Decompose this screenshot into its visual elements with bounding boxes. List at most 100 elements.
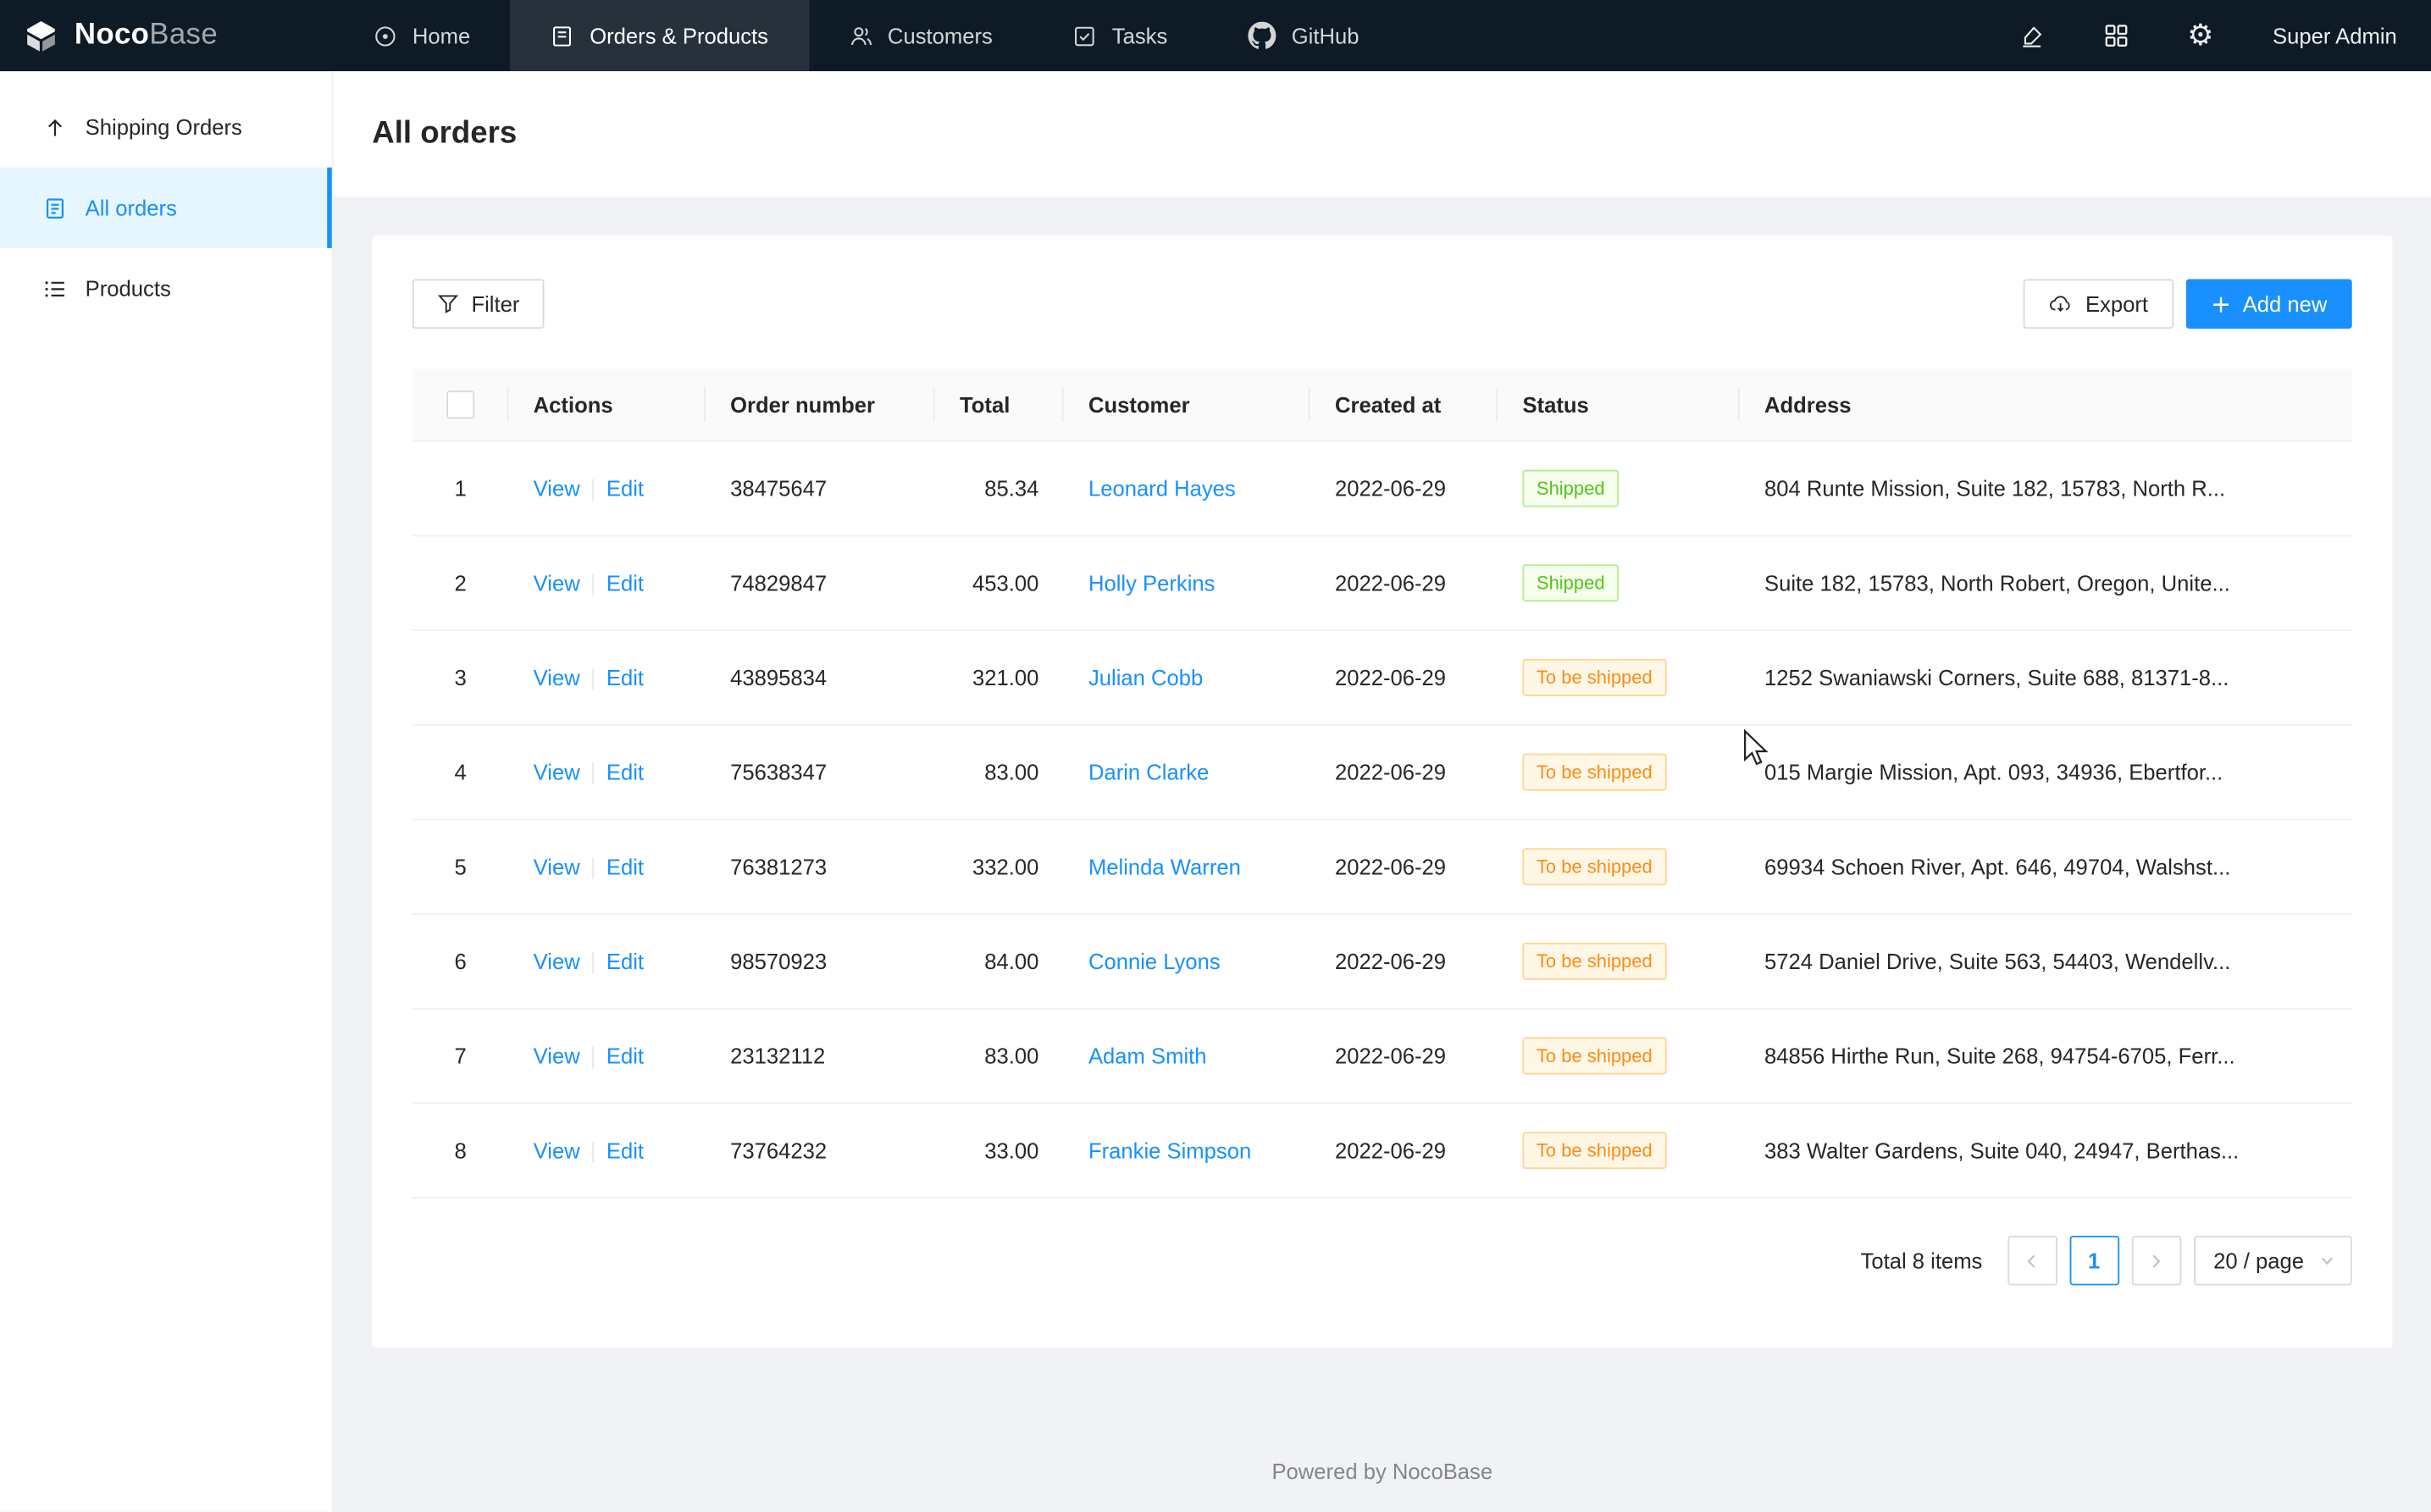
- view-link[interactable]: View: [534, 949, 580, 973]
- customer-link[interactable]: Leonard Hayes: [1088, 476, 1236, 501]
- action-divider: [592, 952, 594, 974]
- blocks-icon[interactable]: [2103, 23, 2128, 47]
- filter-button[interactable]: Filter: [413, 279, 545, 329]
- total-cell: 332.00: [935, 819, 1064, 914]
- nav-item-github[interactable]: GitHub: [1208, 0, 1399, 71]
- sidebar-item-all-orders[interactable]: All orders: [0, 168, 332, 248]
- nav-item-customers[interactable]: Customers: [809, 0, 1033, 71]
- order-number-cell: 98570923: [706, 914, 935, 1009]
- edit-link[interactable]: Edit: [606, 1044, 644, 1068]
- table-row: 1 ViewEdit 38475647 85.34 Leonard Hayes …: [413, 441, 2352, 536]
- created-at-cell: 2022-06-29: [1310, 1009, 1498, 1104]
- user-menu[interactable]: Super Admin: [2273, 23, 2397, 47]
- action-divider: [592, 763, 594, 785]
- edit-link[interactable]: Edit: [606, 949, 644, 973]
- customer-link[interactable]: Adam Smith: [1088, 1044, 1207, 1068]
- status-badge: To be shipped: [1522, 1132, 1666, 1169]
- status-badge: To be shipped: [1522, 848, 1666, 885]
- nav-item-tasks[interactable]: Tasks: [1033, 0, 1207, 71]
- sidebar: Shipping Orders All orders Products: [0, 71, 334, 1511]
- sidebar-item-label: All orders: [86, 196, 177, 220]
- order-number-cell: 74829847: [706, 535, 935, 630]
- app-logo-text: NocoBase: [75, 19, 218, 53]
- list-icon: [43, 277, 66, 300]
- row-index: 8: [454, 1138, 466, 1163]
- table-row: 6 View Edit 98570923 84.00 Connie Lyons 2…: [413, 914, 2352, 1009]
- total-cell: 84.00: [935, 914, 1064, 1009]
- created-at-cell: 2022-06-29: [1310, 914, 1498, 1009]
- edit-link[interactable]: Edit: [606, 476, 644, 501]
- status-badge: Shipped: [1522, 470, 1619, 507]
- row-index: 6: [454, 949, 466, 973]
- view-link[interactable]: View: [534, 665, 580, 690]
- nav-item-orders-products[interactable]: Orders & Products: [511, 0, 809, 71]
- next-page-button[interactable]: [2131, 1236, 2181, 1286]
- customer-link[interactable]: Julian Cobb: [1088, 665, 1203, 690]
- edit-link[interactable]: Edit: [606, 760, 644, 784]
- sidebar-item-products[interactable]: Products: [0, 248, 332, 329]
- table-row: 7 ViewEdit 23132112 83.00 Adam Smith 202…: [413, 1009, 2352, 1104]
- action-divider: [592, 479, 594, 501]
- content-body: Filter Export: [334, 197, 2431, 1511]
- view-link[interactable]: View: [534, 1044, 580, 1068]
- column-header-address: Address: [1740, 369, 2352, 441]
- table-row: 3 ViewEdit 43895834 321.00 Julian Cobb 2…: [413, 630, 2352, 725]
- address-cell: 84856 Hirthe Run, Suite 268, 94754-6705,…: [1740, 1009, 2352, 1104]
- plus-icon: [2210, 294, 2230, 314]
- nav-item-label: Orders & Products: [590, 23, 768, 47]
- created-at-cell: 2022-06-29: [1310, 630, 1498, 725]
- add-new-button-label: Add new: [2243, 291, 2328, 316]
- column-header-customer: Customer: [1064, 369, 1310, 441]
- customer-link[interactable]: Connie Lyons: [1088, 949, 1221, 973]
- arrow-up-icon: [43, 115, 66, 138]
- top-navbar: NocoBase Home Orders & Products Customer…: [0, 0, 2431, 71]
- edit-link[interactable]: Edit: [606, 854, 644, 878]
- pagination: Total 8 items 1 20 / page: [413, 1236, 2352, 1286]
- action-divider: [592, 857, 594, 879]
- nav-item-label: Tasks: [1112, 23, 1168, 47]
- app-logo[interactable]: NocoBase: [0, 0, 334, 71]
- prev-page-button[interactable]: [2007, 1236, 2057, 1286]
- page-size-select[interactable]: 20 / page: [2193, 1236, 2351, 1286]
- select-all-checkbox[interactable]: [446, 391, 474, 419]
- filter-icon: [437, 293, 459, 315]
- address-cell: 804 Runte Mission, Suite 182, 15783, Nor…: [1740, 441, 2352, 536]
- total-cell: 453.00: [935, 535, 1064, 630]
- tasks-icon: [1073, 24, 1096, 47]
- customer-link[interactable]: Frankie Simpson: [1088, 1138, 1251, 1163]
- github-icon: [1248, 22, 1276, 50]
- created-at-cell: 2022-06-29: [1310, 819, 1498, 914]
- column-header-total: Total: [935, 369, 1064, 441]
- filter-button-label: Filter: [471, 291, 519, 316]
- address-cell: 1252 Swaniawski Corners, Suite 688, 8137…: [1740, 630, 2352, 725]
- customer-link[interactable]: Melinda Warren: [1088, 855, 1241, 879]
- view-link[interactable]: View: [534, 476, 580, 501]
- sidebar-item-shipping-orders[interactable]: Shipping Orders: [0, 87, 332, 168]
- pagination-total: Total 8 items: [1861, 1248, 1983, 1272]
- gear-icon[interactable]: ⚙: [2187, 21, 2213, 51]
- highlighter-icon[interactable]: [2018, 23, 2045, 49]
- add-new-button[interactable]: Add new: [2185, 279, 2352, 329]
- main-layout: Shipping Orders All orders Products All …: [0, 71, 2431, 1511]
- status-badge: To be shipped: [1522, 943, 1666, 980]
- address-cell: 383 Walter Gardens, Suite 040, 24947, Be…: [1740, 1103, 2352, 1198]
- edit-link[interactable]: Edit: [606, 665, 644, 690]
- order-number-cell: 43895834: [706, 630, 935, 725]
- page-number-button[interactable]: 1: [2069, 1236, 2119, 1286]
- edit-link[interactable]: Edit: [606, 1138, 644, 1162]
- created-at-cell: 2022-06-29: [1310, 535, 1498, 630]
- nav-item-home[interactable]: Home: [334, 0, 511, 71]
- orders-card: Filter Export: [372, 235, 2392, 1347]
- customer-link[interactable]: Holly Perkins: [1088, 571, 1216, 595]
- order-number-cell: 75638347: [706, 725, 935, 820]
- view-link[interactable]: View: [534, 760, 580, 784]
- view-link[interactable]: View: [534, 570, 580, 595]
- customer-link[interactable]: Darin Clarke: [1088, 760, 1209, 784]
- edit-link[interactable]: Edit: [606, 570, 644, 595]
- view-link[interactable]: View: [534, 1138, 580, 1162]
- action-divider: [592, 1047, 594, 1069]
- export-button[interactable]: Export: [2024, 279, 2174, 329]
- column-header-status: Status: [1498, 369, 1740, 441]
- view-link[interactable]: View: [534, 854, 580, 878]
- order-number-cell: 38475647: [706, 441, 935, 536]
